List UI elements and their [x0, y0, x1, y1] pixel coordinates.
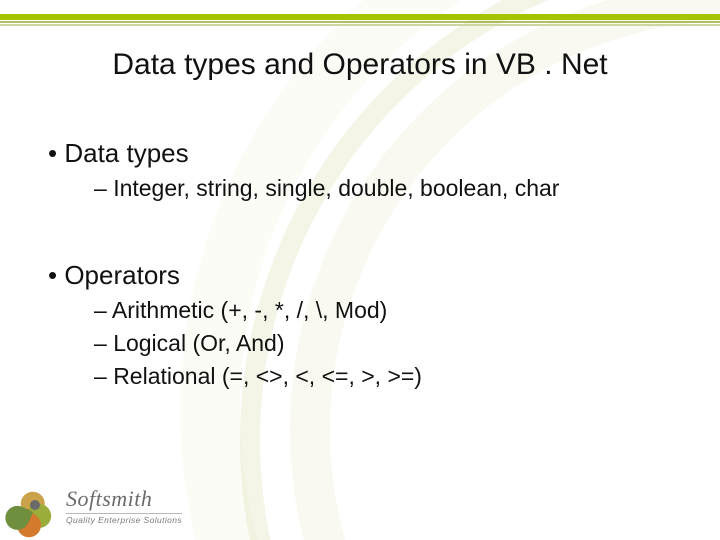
brand-logo: Softsmith Quality Enterprise Solutions	[14, 484, 182, 528]
slide: Data types and Operators in VB . Net Dat…	[0, 0, 720, 540]
subbullet-relational: Relational (=, <>, <, <=, >, >=)	[40, 363, 680, 390]
spacer	[40, 208, 680, 252]
slide-title: Data types and Operators in VB . Net	[0, 48, 720, 82]
subbullet-logical: Logical (Or, And)	[40, 330, 680, 357]
logo-text: Softsmith Quality Enterprise Solutions	[66, 487, 182, 524]
bullet-data-types: Data types	[40, 138, 680, 169]
slide-content: Data types Integer, string, single, doub…	[40, 130, 680, 396]
subbullet-arithmetic: Arithmetic (+, -, *, /, \, Mod)	[40, 297, 680, 324]
bullet-operators: Operators	[40, 260, 680, 291]
logo-mark-icon	[14, 484, 58, 528]
top-accent-bar-thin	[0, 24, 720, 26]
top-accent-bar	[0, 14, 720, 20]
subbullet-types-list: Integer, string, single, double, boolean…	[40, 175, 680, 202]
logo-tagline: Quality Enterprise Solutions	[66, 513, 182, 525]
logo-brand-name: Softsmith	[66, 487, 182, 510]
